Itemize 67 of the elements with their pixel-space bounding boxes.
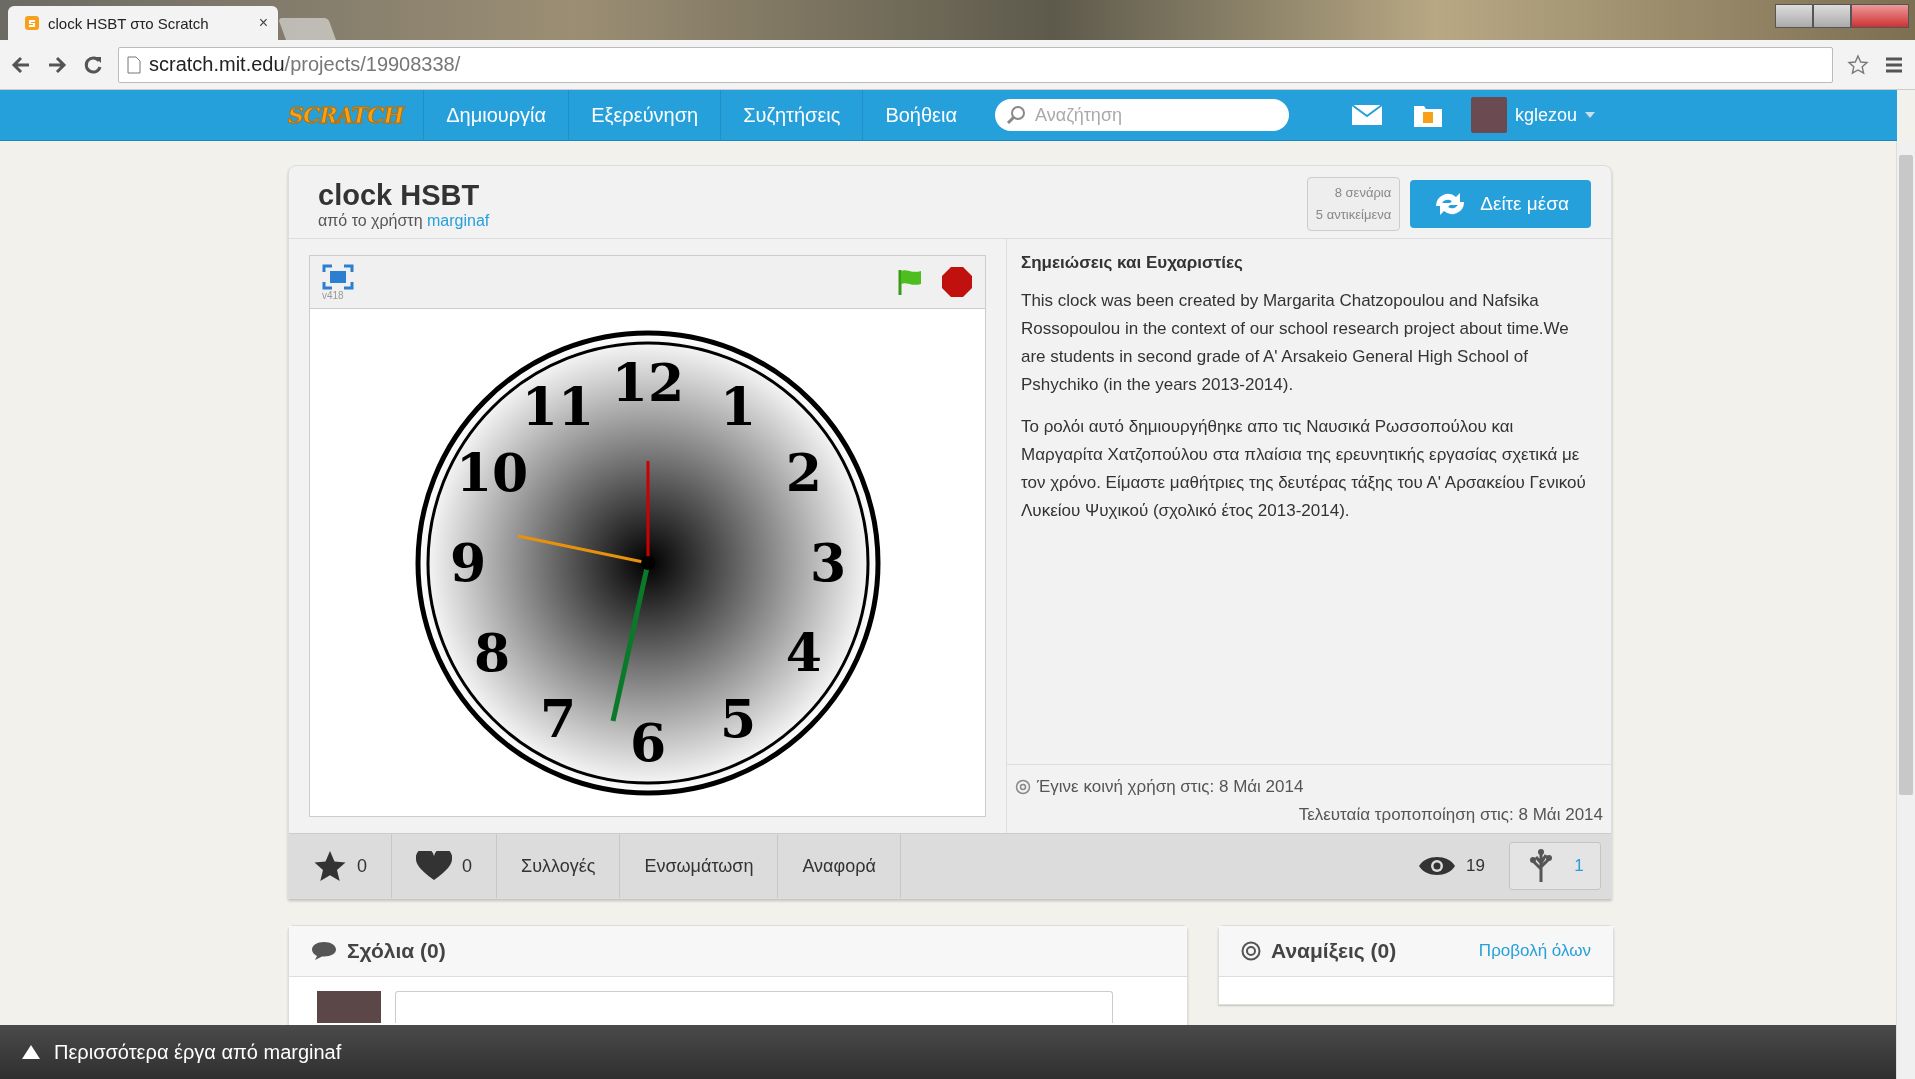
star-icon [313,850,347,882]
comment-input-field[interactable] [395,991,1113,1023]
byline: από το χρήστη marginaf [318,211,491,230]
favorite-button[interactable]: 0 [289,834,392,898]
toolbar-link[interactable]: Αναφορά [778,834,901,898]
scrollbar[interactable] [1896,141,1915,1079]
notes-paragraph: Το ρολόι αυτό δημιουργήθηκε απο τις Ναυσικά Ρωσσοπούλου και Μαργαρίτα Χατζοπούλου στα πλαίσια της ερευνητικής εργασίας σχετικά με τον χρόνο. Είμαστε μαθήτριες της δευτέρας τάξης του Α' Αρσακείου Γενικού Λυκείου Ψυχικού (σχολικό έτος 2013-2014). [1021,416,1587,522]
clock-numeral: 12 [611,352,685,413]
scratch-favicon-icon [24,15,40,31]
eye-icon [1418,854,1457,878]
remixes-title: Αναμίξεις (0) [1271,939,1397,963]
view-all-link[interactable]: Προβολή όλων [1478,941,1591,961]
messages-icon[interactable] [1351,104,1384,126]
toolbar-link[interactable]: Συλλογές [497,834,621,898]
clock-numeral: 10 [455,442,529,503]
spiral-icon [1241,941,1261,961]
clock-numeral: 1 [719,376,757,438]
heart-icon [416,851,452,881]
nav-link[interactable]: Δημιουργία [423,89,569,141]
caret-icon [1585,112,1596,118]
minimize-button[interactable] [1775,4,1813,28]
share-icon [1015,779,1031,795]
view-count: 19 [1466,856,1485,876]
clock-numeral: 7 [539,687,577,749]
version-label: v418 [322,289,344,301]
maximize-button[interactable] [1813,4,1851,28]
clock-numeral: 11 [521,376,595,438]
up-triangle-icon [22,1045,40,1059]
browser-tab[interactable]: clock HSBT στο Scratch × [8,6,278,40]
tab-title: clock HSBT στο Scratch [48,14,210,32]
clock-numeral: 6 [629,712,667,773]
shared-date: Έγινε κοινή χρήση στις: 8 Μάι 2014 [1037,776,1304,798]
username-menu[interactable]: kglezou [1515,104,1578,126]
fullscreen-icon[interactable] [322,263,354,290]
search-icon [1005,104,1028,126]
comments-title: Σχόλια (0) [347,939,446,963]
stop-icon[interactable] [941,266,973,298]
notes-heading: Σημειώσεις και Ευχαριστίες [1021,252,1244,274]
speech-bubble-icon [311,941,337,961]
avatar-image [317,991,381,1023]
clock-numeral: 5 [719,687,757,749]
project-title: clock HSBT [318,178,481,212]
modified-date: Τελευταία τροποποίηση στις: 8 Μάι 2014 [1297,804,1603,826]
clock-numeral: 9 [449,532,487,593]
toolbar-link[interactable]: Ενσωμάτωση [620,834,779,898]
clock-numeral: 3 [809,532,847,593]
close-button[interactable] [1851,4,1909,28]
love-button[interactable]: 0 [392,834,498,898]
project-stats: 8 σενάρια 5 αντικείμενα [1306,177,1401,231]
address-bar[interactable]: scratch.mit.edu/projects/19908338/ [118,46,1833,83]
author-link[interactable]: marginaf [427,211,490,229]
clock-numeral: 4 [785,622,822,683]
nav-link[interactable]: Βοήθεια [862,89,980,141]
see-inside-button[interactable]: Δείτε μέσα [1410,180,1591,228]
remix-tree-button[interactable]: 1 [1509,842,1601,890]
search-field[interactable]: Αναζήτηση [995,99,1290,131]
clock-numeral: 2 [785,442,822,503]
more-projects-bar[interactable]: Περισσότερα έργα από marginaf [0,1025,1896,1079]
star-outline-icon[interactable] [1847,53,1869,76]
nav-link[interactable]: Εξερεύνηση [568,89,721,141]
nav-link[interactable]: Συζητήσεις [720,89,863,141]
notes-paragraph: This clock was been created by Margarita Chatzopoulou and Nafsika Rossopoulou in the context of our school research project about time.We are students in second grade of A' Arsakeio General High School of Pshychiko (in the years 2013-2014). [1021,290,1570,396]
new-tab-button[interactable] [278,18,336,40]
clock-numeral: 8 [474,622,511,683]
page-icon [127,55,141,74]
tab-close-button[interactable]: × [258,14,268,32]
avatar-image[interactable] [1471,97,1508,133]
